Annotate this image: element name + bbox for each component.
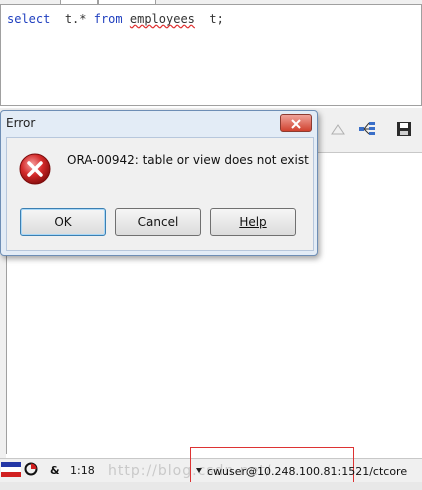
sql-keyword: from: [93, 12, 123, 26]
triangle-up-icon[interactable]: [327, 118, 349, 140]
query-plan-icon[interactable]: [356, 118, 378, 140]
close-button[interactable]: [280, 114, 312, 132]
sql-columns: t.*: [64, 12, 87, 26]
dialog-body: ORA-00942: table or view does not exist …: [6, 137, 314, 251]
window-bottom-edge: [0, 482, 422, 490]
sql-keyword: select: [7, 12, 51, 26]
flag-icon: [1, 462, 21, 481]
cursor-position: 1:18: [70, 464, 95, 477]
connection-string: cwuser@10.248.100.81:1521/ctcore: [207, 465, 408, 478]
error-message: ORA-00942: table or view does not exist: [67, 153, 309, 167]
chevron-down-icon: [196, 468, 202, 473]
close-icon: [291, 114, 301, 133]
help-button[interactable]: Help: [210, 208, 296, 236]
sql-alias: t;: [209, 12, 224, 26]
ampersand-icon: &: [50, 464, 60, 477]
sql-statement: select t.* from employees t;: [7, 12, 224, 26]
sql-editor[interactable]: select t.* from employees t;: [0, 4, 422, 106]
help-button-label: Help: [239, 215, 267, 229]
timer-icon: [24, 462, 38, 479]
sql-table-name: employees: [129, 12, 195, 26]
cancel-button[interactable]: Cancel: [115, 208, 201, 236]
save-icon[interactable]: [393, 118, 415, 140]
error-icon: [18, 152, 52, 186]
ok-button[interactable]: OK: [20, 208, 106, 236]
dialog-title: Error: [6, 116, 36, 130]
connection-selector[interactable]: cwuser@10.248.100.81:1521/ctcore: [190, 447, 407, 483]
error-dialog: Error ORA-00942: table or view does not: [0, 110, 318, 256]
status-bar: & 1:18 http://blog.csdn.net/ cwuser@10.2…: [0, 447, 422, 483]
